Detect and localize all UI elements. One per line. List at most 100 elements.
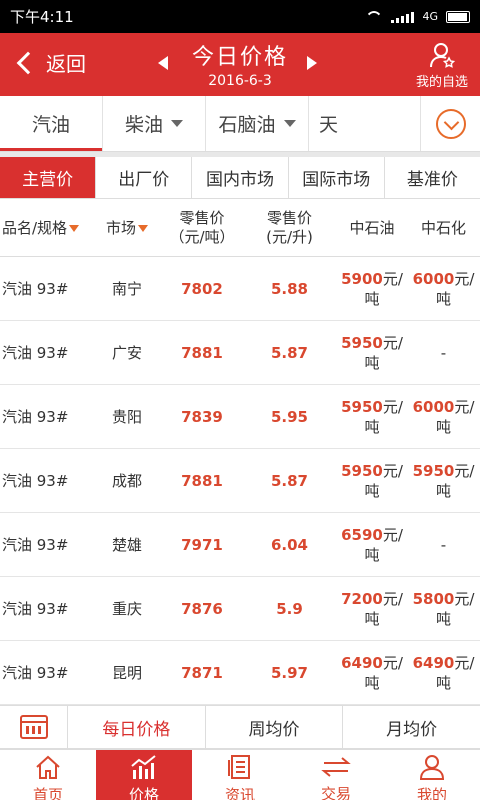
retail-liter: 5.87 (270, 343, 308, 362)
unit: 吨 (435, 289, 451, 308)
retail-ton: 7881 (181, 343, 223, 362)
sinopec-price: - (407, 343, 480, 363)
table-row[interactable]: 汽油 93# 重庆 7876 5.9 7200元/吨 5800元/吨 (0, 577, 480, 641)
market: 南宁 (111, 280, 142, 298)
nav-trade[interactable]: 交易 (288, 750, 384, 800)
sinopec-price: 6000元/吨 (407, 397, 480, 437)
caret-down-icon (283, 120, 296, 127)
calendar-button[interactable] (0, 705, 68, 749)
unit: 元/ (382, 461, 403, 480)
tab-benchmark-price[interactable]: 基准价 (385, 157, 480, 198)
table-row[interactable]: 汽油 93# 成都 7881 5.87 5950元/吨 5950元/吨 (0, 449, 480, 513)
tab-domestic-market[interactable]: 国内市场 (192, 157, 289, 198)
unit: 元/ (454, 397, 475, 416)
retail-liter: 5.87 (270, 471, 308, 490)
tab-international-market[interactable]: 国际市场 (289, 157, 385, 198)
tab-diesel[interactable]: 柴油 (103, 96, 206, 151)
cnpc-value: 5950 (341, 333, 383, 352)
retail-liter: 5.95 (270, 407, 308, 426)
sinopec-value: 5950 (412, 461, 455, 480)
tab-naphtha[interactable]: 石脑油 (206, 96, 309, 151)
back-chevron-icon (16, 51, 40, 74)
sinopec-price: 5950元/吨 (407, 461, 480, 501)
sinopec-price: 5800元/吨 (407, 589, 480, 629)
tab-main-price[interactable]: 主营价 (0, 157, 97, 198)
unit: 吨 (435, 481, 451, 500)
nav-price[interactable]: 价格 (96, 750, 192, 800)
user-star-icon (429, 43, 455, 68)
retail-ton: 7871 (181, 663, 223, 682)
expand-categories-button[interactable] (420, 96, 480, 151)
col-name-label: 品名/规格 (2, 219, 68, 237)
nav-news[interactable]: 资讯 (192, 750, 288, 800)
chevron-down-icon (435, 108, 466, 139)
product-name: 汽油 93# (2, 536, 69, 554)
back-button[interactable]: 返回 (14, 48, 86, 77)
nav-label: 价格 (128, 786, 159, 800)
retail-liter: 5.88 (270, 279, 308, 298)
tab-label: 天 (319, 114, 339, 136)
calendar-icon (19, 715, 48, 739)
col-name[interactable]: 品名/规格 (0, 217, 92, 238)
retail-ton: 7802 (181, 279, 223, 298)
tab-daily-price[interactable]: 每日价格 (68, 705, 206, 749)
table-row[interactable]: 汽油 93# 南宁 7802 5.88 5900元/吨 6000元/吨 (0, 257, 480, 321)
cnpc-value: 7200 (341, 589, 383, 608)
battery-icon (446, 10, 470, 23)
sort-icon (138, 225, 148, 232)
unit: 元/ (454, 589, 475, 608)
user-icon (419, 755, 445, 780)
retail-liter: 6.04 (270, 535, 308, 554)
status-icons: 4G (365, 10, 470, 23)
product-name: 汽油 93# (2, 280, 69, 298)
sort-icon (69, 225, 80, 232)
unit: 元/ (382, 525, 403, 544)
retail-ton: 7971 (181, 535, 223, 554)
favorites-button[interactable]: 我的自选 (416, 41, 468, 90)
retail-ton: 7839 (181, 407, 223, 426)
product-name: 汽油 93# (2, 664, 69, 682)
retail-liter: 5.97 (270, 663, 308, 682)
tab-natural-gas[interactable]: 天 (309, 96, 363, 151)
table-row[interactable]: 汽油 93# 广安 7881 5.87 5950元/吨 - (0, 321, 480, 385)
unit: 元/ (382, 397, 403, 416)
unit: 元/ (382, 589, 403, 608)
unit: 元/ (454, 653, 475, 672)
table-row[interactable]: 汽油 93# 楚雄 7971 6.04 6590元/吨 - (0, 513, 480, 577)
market: 楚雄 (111, 536, 142, 554)
product-name: 汽油 93# (2, 600, 69, 618)
unit: 元/ (382, 653, 403, 672)
exchange-icon (321, 757, 351, 777)
news-icon (228, 755, 250, 779)
unit: - (440, 343, 447, 362)
cnpc-price: 5950元/吨 (337, 397, 407, 437)
tab-factory-price[interactable]: 出厂价 (96, 157, 193, 198)
tab-label: 石脑油 (218, 114, 276, 136)
nav-home[interactable]: 首页 (0, 750, 96, 800)
bottom-nav: 首页 价格 资讯 交易 我的 (0, 749, 480, 800)
current-date: 2016-6-3 (208, 73, 272, 89)
unit: 元/ (382, 333, 403, 352)
table-row[interactable]: 汽油 93# 昆明 7871 5.97 6490元/吨 6490元/吨 (0, 641, 480, 705)
tab-gasoline[interactable]: 汽油 (0, 96, 103, 151)
col-cnpc: 中石油 (349, 219, 395, 237)
tab-label: 柴油 (124, 114, 163, 136)
signal-icon (391, 11, 415, 23)
app-header: 返回 今日价格 2016-6-3 我的自选 (0, 33, 480, 96)
caret-down-icon (171, 120, 183, 127)
tab-weekly-avg[interactable]: 周均价 (206, 705, 344, 749)
table-row[interactable]: 汽油 93# 贵阳 7839 5.95 5950元/吨 6000元/吨 (0, 385, 480, 449)
sinopec-value: 6000 (412, 269, 455, 288)
next-date-icon[interactable] (307, 56, 317, 70)
unit: 吨 (364, 545, 380, 564)
unit: 元/ (382, 269, 403, 288)
unit: 元/ (454, 269, 475, 288)
sinopec-value: 5800 (412, 589, 455, 608)
retail-liter: 5.9 (276, 599, 303, 618)
nav-mine[interactable]: 我的 (384, 750, 480, 800)
col-market[interactable]: 市场 (92, 217, 162, 238)
chart-icon (131, 755, 156, 779)
col-retail-ton: 零售价 （元/吨） (162, 209, 242, 247)
wifi-icon (365, 10, 384, 23)
tab-monthly-avg[interactable]: 月均价 (343, 706, 480, 749)
